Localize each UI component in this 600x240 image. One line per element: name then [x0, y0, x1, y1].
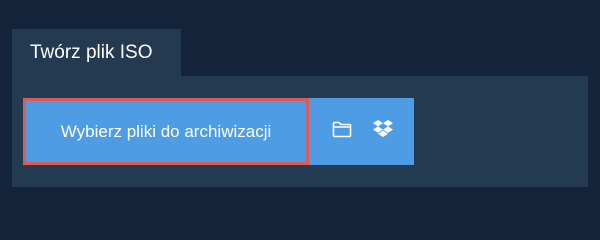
- select-files-label: Wybierz pliki do archiwizacji: [60, 121, 272, 141]
- folder-button[interactable]: [322, 98, 362, 165]
- dropbox-button[interactable]: [363, 98, 403, 165]
- folder-icon: [332, 121, 352, 143]
- tab-label: Twórz plik ISO: [30, 41, 153, 63]
- dropbox-icon: [373, 120, 393, 143]
- tab-create-iso[interactable]: Twórz plik ISO: [12, 29, 181, 76]
- select-files-button[interactable]: Wybierz pliki do archiwizacji: [23, 98, 309, 165]
- upload-source-bar: [309, 98, 414, 165]
